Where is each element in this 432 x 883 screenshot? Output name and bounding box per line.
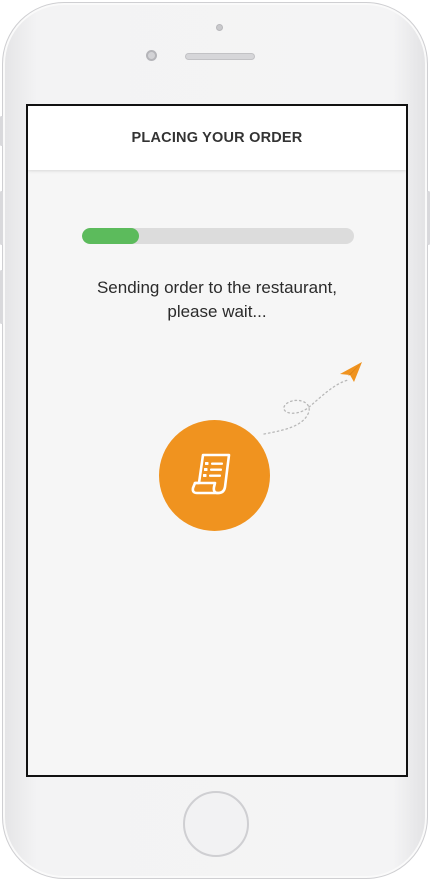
paper-plane-trail	[263, 362, 362, 435]
front-camera	[146, 50, 157, 61]
home-button[interactable]	[183, 791, 249, 857]
order-progress-fill	[82, 228, 140, 244]
order-progress-bar	[82, 228, 354, 244]
volume-down-button	[0, 270, 3, 324]
status-line-1: Sending order to the restaurant,	[96, 278, 338, 297]
paper-plane-icon	[340, 362, 362, 382]
app-screen: PLACING YOUR ORDER Sending order to the …	[26, 104, 408, 777]
order-illustration	[159, 420, 270, 531]
status-message: Sending order to the restaurant, please …	[28, 276, 406, 324]
volume-up-button	[0, 191, 3, 245]
proximity-sensor	[216, 24, 223, 31]
status-line-2: please wait...	[167, 302, 267, 321]
app-header: PLACING YOUR ORDER	[28, 106, 406, 170]
receipt-icon	[191, 453, 231, 495]
page-title: PLACING YOUR ORDER	[131, 130, 303, 146]
mute-switch	[0, 116, 3, 146]
power-button	[427, 191, 430, 245]
earpiece-speaker	[185, 53, 255, 60]
dotted-trail-path	[263, 379, 349, 435]
